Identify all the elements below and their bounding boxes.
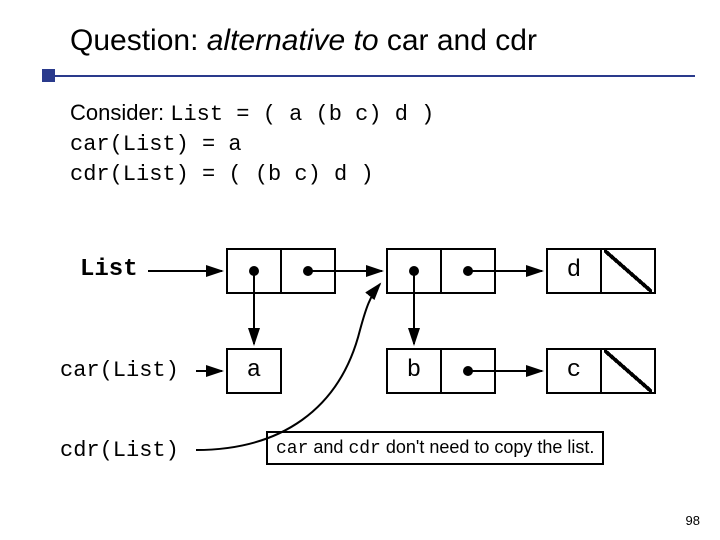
cons5-cdr (600, 348, 656, 394)
dot-cons2-cdr (463, 266, 473, 276)
dot-cons4-cdr (463, 366, 473, 376)
cons3-cdr (600, 248, 656, 294)
note-tail: don't need to copy the list. (381, 437, 595, 457)
dot-cons2-car (409, 266, 419, 276)
title-italic: alternative to (207, 24, 379, 57)
cons4-car: b (386, 348, 442, 394)
label-list: List (80, 256, 138, 283)
consider-line1: Consider: List = ( a (b c) d ) (70, 98, 434, 130)
label-cdr: cdr(List) (60, 438, 179, 463)
note-and: and (308, 437, 348, 457)
consider-line1-code: List = ( a (b c) d ) (170, 102, 434, 127)
cons3-car: d (546, 248, 602, 294)
accent-square (42, 69, 55, 82)
note-car: car (276, 439, 308, 459)
consider-line2: car(List) = a (70, 130, 434, 160)
title-lead: Question: (70, 24, 207, 57)
title-tail: car and cdr (379, 24, 537, 57)
consider-line3: cdr(List) = ( (b c) d ) (70, 160, 434, 190)
slide-title: Question: alternative to car and cdr (70, 24, 537, 58)
cons5-car: c (546, 348, 602, 394)
dot-cons1-cdr (303, 266, 313, 276)
consider-block: Consider: List = ( a (b c) d ) car(List)… (70, 98, 434, 190)
note-box: car and cdr don't need to copy the list. (266, 431, 604, 465)
dot-cons1-car (249, 266, 259, 276)
accent-line (55, 75, 695, 77)
label-car: car(List) (60, 358, 179, 383)
note-cdr: cdr (348, 439, 380, 459)
page-number: 98 (686, 513, 700, 528)
consider-prefix: Consider: (70, 100, 170, 125)
atom-a: a (226, 348, 282, 394)
